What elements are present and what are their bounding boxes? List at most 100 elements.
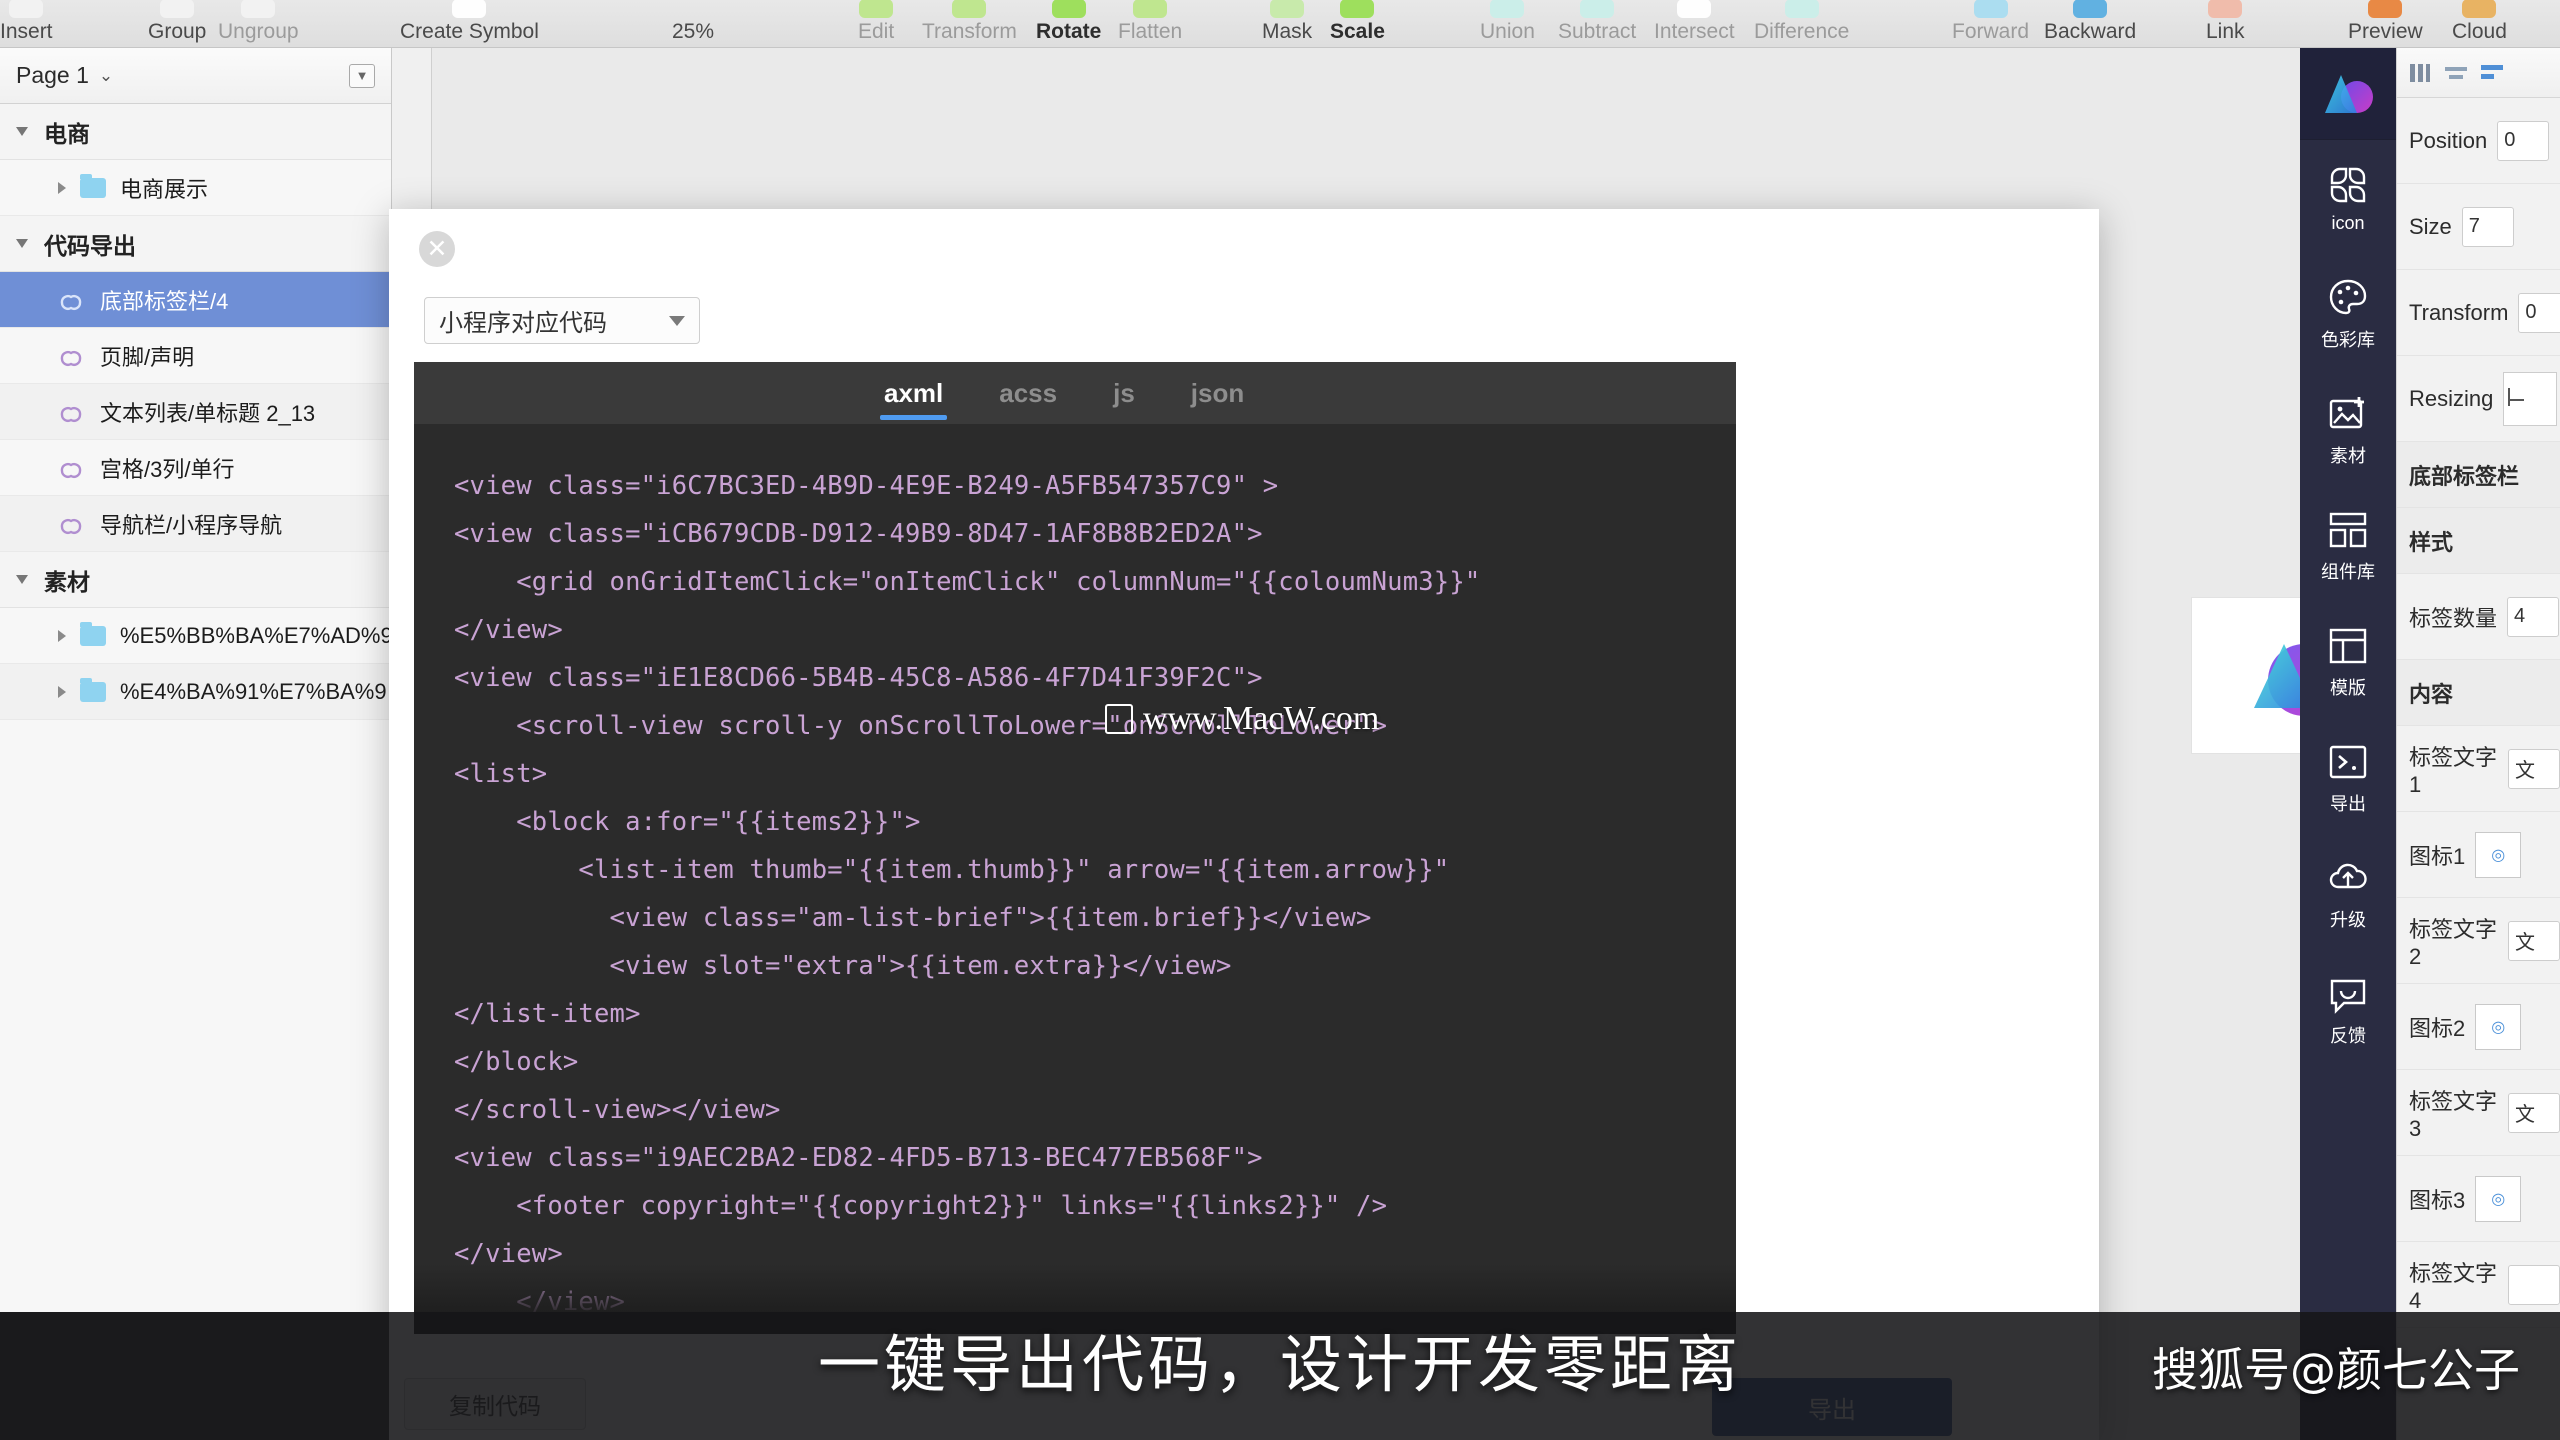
property-value-field[interactable]: 0 xyxy=(2518,292,2560,333)
layer-row[interactable]: 导航栏/小程序导航 xyxy=(0,496,391,552)
chevron-right-icon[interactable] xyxy=(58,629,66,642)
property-row[interactable]: 标签文字1 文 xyxy=(2397,726,2560,812)
property-value-field[interactable]: 0 xyxy=(2497,120,2550,161)
rail-item-模版[interactable]: 模版 xyxy=(2300,604,2396,720)
toolbar-item-create-symbol[interactable]: Create Symbol xyxy=(400,0,539,43)
layer-group-header[interactable]: 电商 xyxy=(0,104,391,160)
property-row[interactable]: Size 7 xyxy=(2397,184,2560,270)
chevron-right-icon[interactable] xyxy=(58,685,66,698)
chevron-down-icon[interactable] xyxy=(16,127,28,136)
template-icon xyxy=(2326,624,2370,668)
property-row[interactable]: 标签文字3 文 xyxy=(2397,1070,2560,1156)
page-menu-button[interactable]: ▼ xyxy=(349,63,375,88)
rail-item-色彩库[interactable]: 色彩库 xyxy=(2300,256,2396,372)
toolbar-item-rotate[interactable]: Rotate xyxy=(1036,0,1101,43)
layers-panel: Page 1 ⌄ ▼ 电商 电商展示 代码导出 底部标签栏/4 页脚/声明 文本列表/单标… xyxy=(0,48,392,1440)
code-type-select[interactable]: 小程序对应代码 xyxy=(424,297,700,344)
toolbar-item-forward[interactable]: Forward xyxy=(1952,0,2029,43)
property-row[interactable]: 标签数量 4 xyxy=(2397,574,2560,660)
layer-group-header[interactable]: 素材 xyxy=(0,552,391,608)
property-icon-swatch[interactable]: ◎ xyxy=(2475,1175,2522,1222)
page-selector[interactable]: Page 1 ⌄ xyxy=(16,62,113,89)
property-row[interactable]: Resizing xyxy=(2397,356,2560,442)
toolbar-item-label: Create Symbol xyxy=(400,20,539,43)
macw-watermark-text: www.MacW.com xyxy=(1143,700,1380,737)
toolbar-item-intersect[interactable]: Intersect xyxy=(1654,0,1735,43)
chevron-down-icon[interactable] xyxy=(16,575,28,584)
property-value-field[interactable]: 4 xyxy=(2507,596,2560,637)
layer-row[interactable]: 页脚/声明 xyxy=(0,328,391,384)
toolbar-item-label: Cloud xyxy=(2452,20,2507,43)
property-row: 样式 xyxy=(2397,508,2560,574)
toolbar-item-25-[interactable]: 25% xyxy=(672,0,714,43)
close-icon[interactable]: ✕ xyxy=(419,231,455,267)
toolbar-item-group[interactable]: Group xyxy=(148,0,206,43)
toolbar-icon xyxy=(1677,0,1712,18)
property-row[interactable]: Position 0 xyxy=(2397,98,2560,184)
property-row[interactable]: 图标1 ◎ xyxy=(2397,812,2560,898)
property-row: 内容 xyxy=(2397,660,2560,726)
page-name: Page 1 xyxy=(16,62,89,88)
toolbar-item-union[interactable]: Union xyxy=(1480,0,1535,43)
toolbar-item-cloud[interactable]: Cloud xyxy=(2452,0,2507,43)
align-vertical-icon[interactable] xyxy=(2407,62,2433,84)
toolbar-item-backward[interactable]: Backward xyxy=(2044,0,2136,43)
rail-item-组件库[interactable]: 组件库 xyxy=(2300,488,2396,604)
property-value-field[interactable] xyxy=(2508,1264,2560,1305)
layer-row[interactable]: 宫格/3列/单行 xyxy=(0,440,391,496)
align-horizontal-icon[interactable] xyxy=(2443,62,2469,84)
layer-row[interactable]: 文本列表/单标题 2_13 xyxy=(0,384,391,440)
code-type-select-value: 小程序对应代码 xyxy=(439,310,607,337)
rail-item-升级[interactable]: 升级 xyxy=(2300,836,2396,952)
code-content[interactable]: <view class="i6C7BC3ED-4B9D-4E9E-B249-A5… xyxy=(414,424,1736,1326)
property-row[interactable]: 图标3 ◎ xyxy=(2397,1156,2560,1242)
rail-item-反馈[interactable]: 反馈 xyxy=(2300,952,2396,1068)
property-row[interactable]: 图标2 ◎ xyxy=(2397,984,2560,1070)
toolbar-icon xyxy=(1784,0,1819,18)
toolbar-item-difference[interactable]: Difference xyxy=(1754,0,1849,43)
layer-row-label: 导航栏/小程序导航 xyxy=(100,512,283,538)
layer-row[interactable]: %E5%BB%BA%E7%AD%9 xyxy=(0,608,391,664)
code-tab-json[interactable]: json xyxy=(1191,362,1244,424)
layer-row[interactable]: 电商展示 xyxy=(0,160,391,216)
toolbar-item-subtract[interactable]: Subtract xyxy=(1558,0,1636,43)
toolbar-item-ungroup[interactable]: Ungroup xyxy=(218,0,299,43)
palette-icon xyxy=(2326,276,2370,320)
toolbar-item-insert[interactable]: Insert xyxy=(0,0,53,43)
resizing-control[interactable] xyxy=(2503,371,2558,426)
property-icon-swatch[interactable]: ◎ xyxy=(2475,1003,2522,1050)
toolbar-item-preview[interactable]: Preview xyxy=(2348,0,2423,43)
toolbar-item-label: Difference xyxy=(1754,20,1850,43)
rail-item-icon[interactable]: icon xyxy=(2300,140,2396,256)
toolbar-item-link[interactable]: Link xyxy=(2206,0,2245,43)
toolbar-item-transform[interactable]: Transform xyxy=(922,0,1017,43)
toolbar-item-mask[interactable]: Mask xyxy=(1262,0,1312,43)
layer-row[interactable]: %E4%BA%91%E7%BA%9 xyxy=(0,664,391,720)
page-bar[interactable]: Page 1 ⌄ ▼ xyxy=(0,48,391,104)
property-row[interactable]: 标签文字2 文 xyxy=(2397,898,2560,984)
code-tab-js[interactable]: js xyxy=(1113,362,1135,424)
toolbar-item-edit[interactable]: Edit xyxy=(858,0,894,43)
property-icon-swatch[interactable]: ◎ xyxy=(2475,831,2522,878)
toolbar-item-label: Group xyxy=(148,20,207,43)
property-row[interactable]: Transform 0 xyxy=(2397,270,2560,356)
toolbar-item-scale[interactable]: Scale xyxy=(1330,0,1385,43)
code-tab-acss[interactable]: acss xyxy=(999,362,1057,424)
property-value-field[interactable]: 文 xyxy=(2508,748,2560,789)
rail-item-导出[interactable]: 导出 xyxy=(2300,720,2396,836)
property-value-field[interactable]: 7 xyxy=(2461,206,2514,247)
toolbar-item-flatten[interactable]: Flatten xyxy=(1118,0,1182,43)
property-value-field[interactable]: 文 xyxy=(2508,920,2560,961)
layer-group-header[interactable]: 代码导出 xyxy=(0,216,391,272)
property-label: 内容 xyxy=(2409,681,2454,707)
toolbar-icon xyxy=(1490,0,1525,18)
layer-row[interactable]: 底部标签栏/4 xyxy=(0,272,391,328)
chevron-right-icon[interactable] xyxy=(58,181,66,194)
align-left-icon[interactable] xyxy=(2479,62,2505,84)
chevron-down-icon[interactable] xyxy=(16,239,28,248)
rail-item-素材[interactable]: 素材 xyxy=(2300,372,2396,488)
app-logo[interactable] xyxy=(2300,48,2396,140)
code-tab-axml[interactable]: axml xyxy=(879,362,948,424)
property-value-field[interactable]: 文 xyxy=(2508,1092,2560,1133)
components-icon xyxy=(2326,508,2370,552)
